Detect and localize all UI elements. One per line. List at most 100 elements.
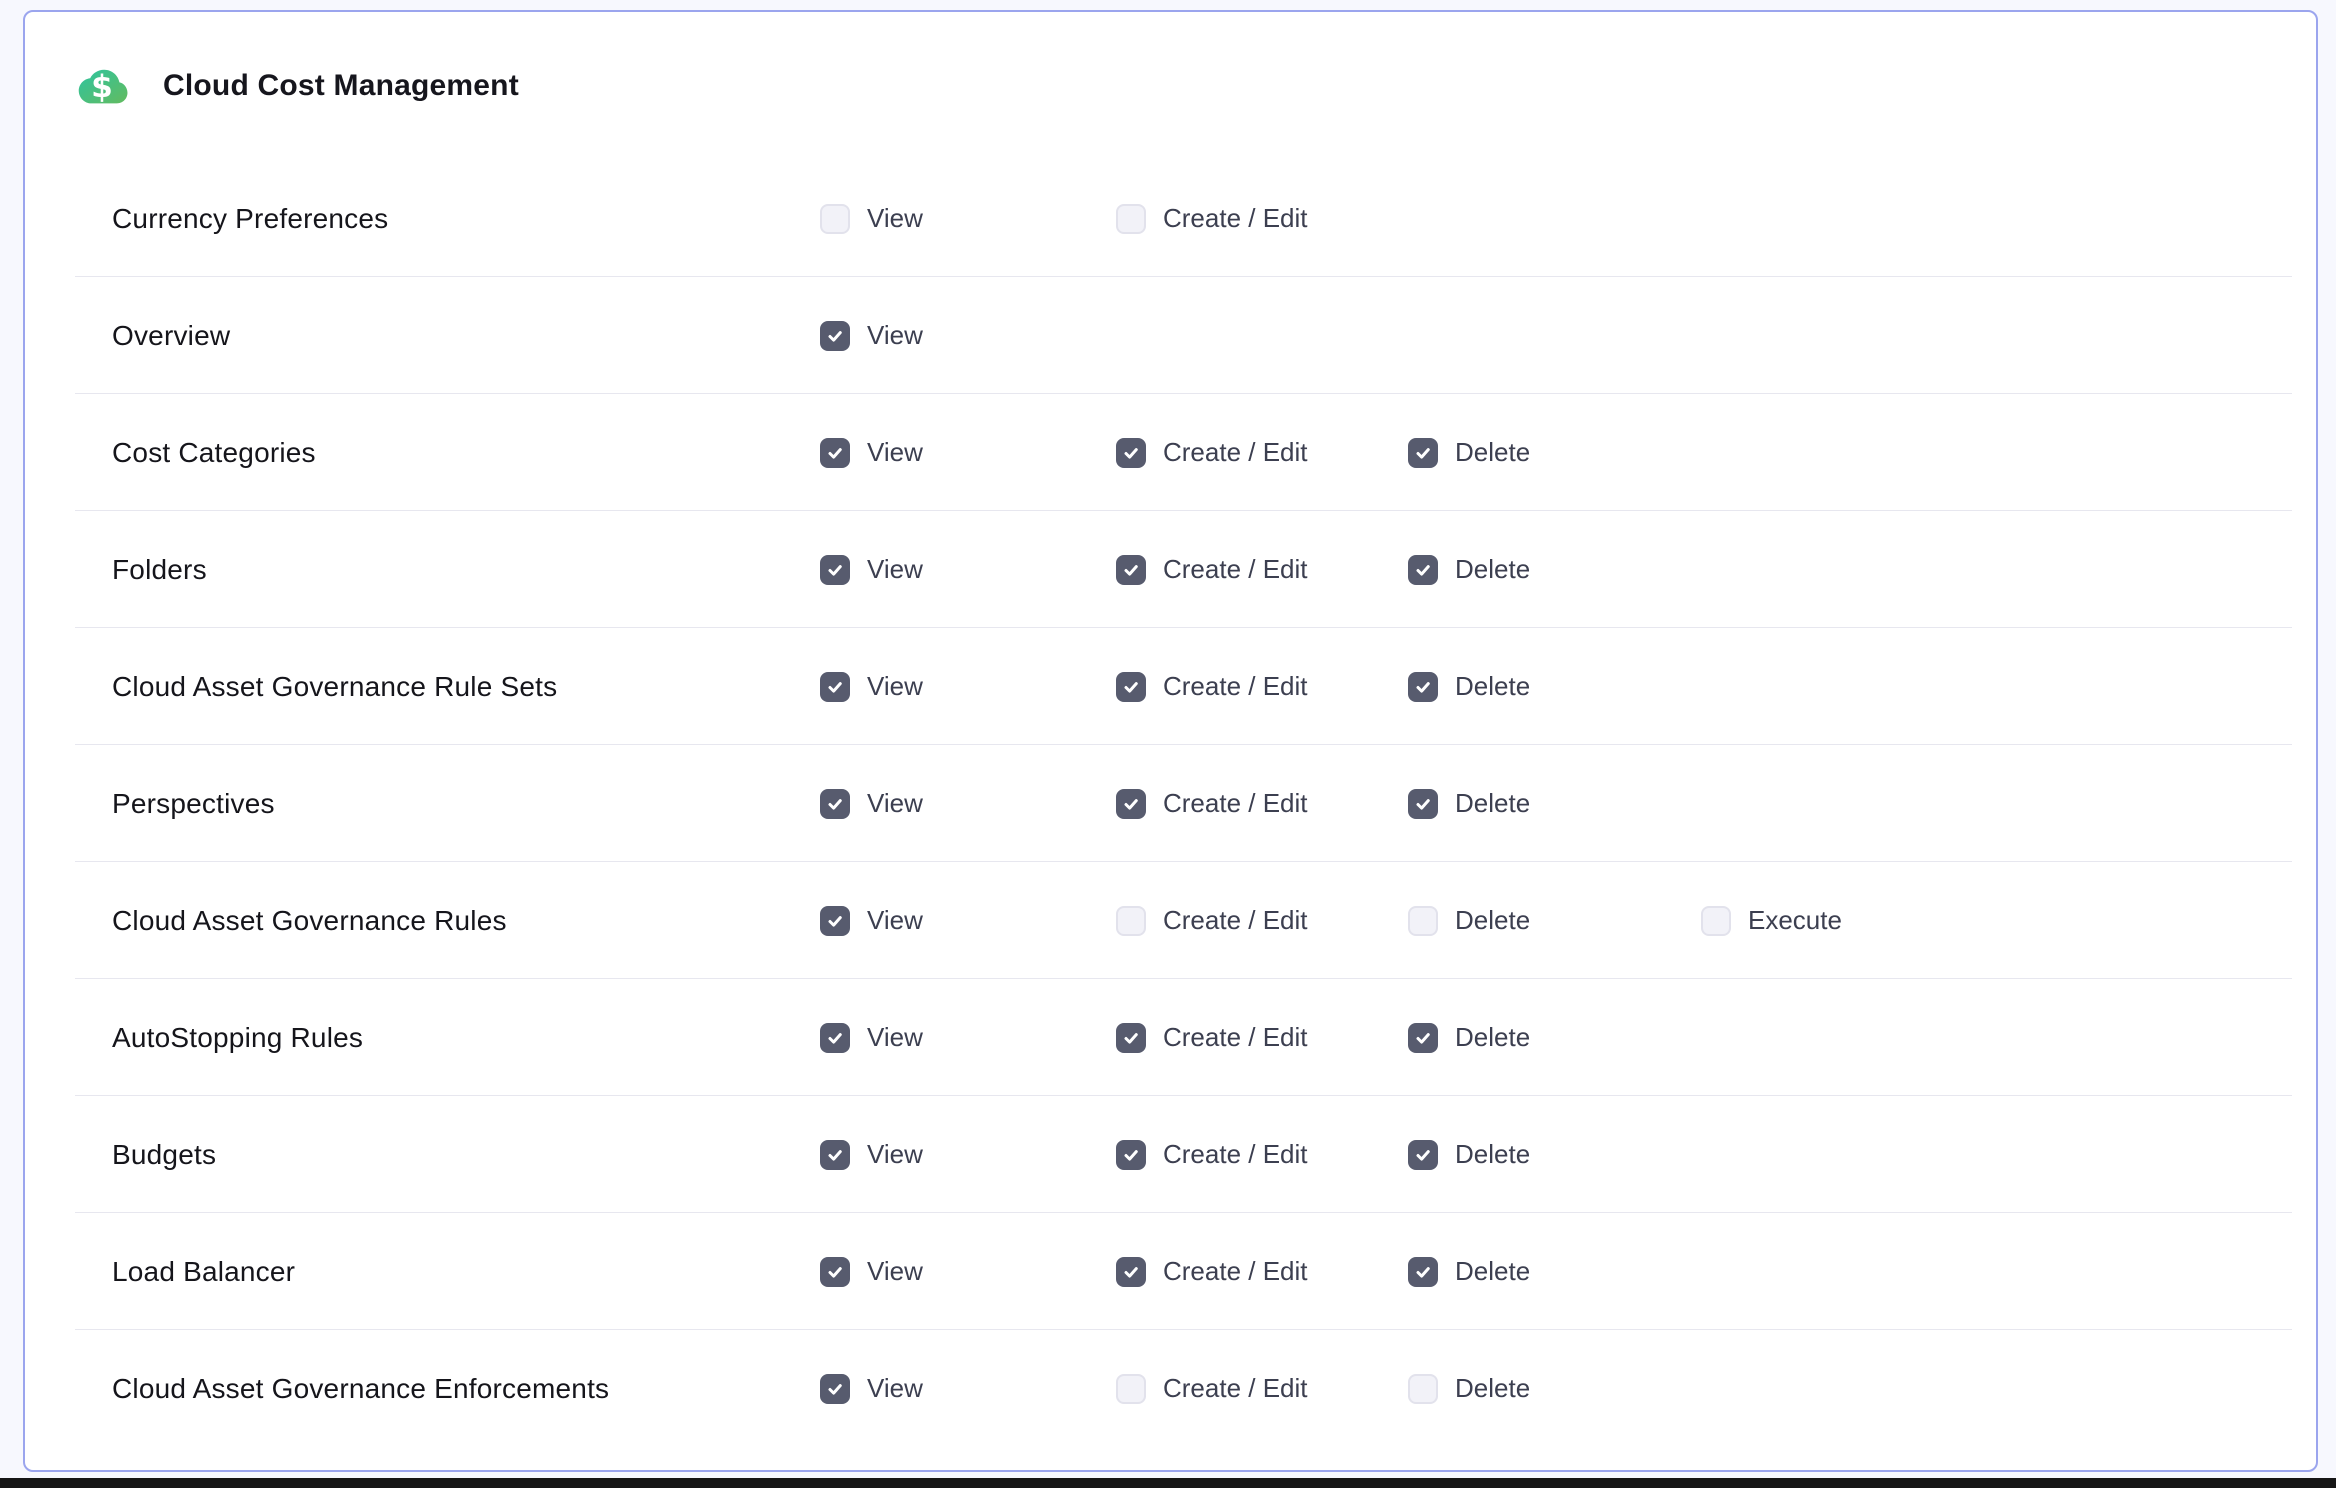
permission-delete[interactable]: Delete <box>1408 437 1701 468</box>
checkbox-create-edit[interactable] <box>1116 1023 1146 1053</box>
permission-delete[interactable]: Delete <box>1408 1139 1701 1170</box>
permission-create-edit[interactable]: Create / Edit <box>1116 905 1408 936</box>
permission-create-edit[interactable]: Create / Edit <box>1116 437 1408 468</box>
permission-delete[interactable]: Delete <box>1408 554 1701 585</box>
checkbox-view[interactable] <box>820 1257 850 1287</box>
permission-label: Create / Edit <box>1163 554 1308 585</box>
permission-view[interactable]: View <box>820 671 1116 702</box>
permission-delete[interactable]: Delete <box>1408 905 1701 936</box>
permission-label: View <box>867 320 923 351</box>
permission-label: View <box>867 203 923 234</box>
checkbox-delete[interactable] <box>1408 555 1438 585</box>
permission-create-edit[interactable]: Create / Edit <box>1116 1022 1408 1053</box>
check-icon <box>1121 677 1141 697</box>
permission-view[interactable]: View <box>820 1139 1116 1170</box>
checkbox-view[interactable] <box>820 789 850 819</box>
checkbox-view[interactable] <box>820 321 850 351</box>
resource-label: Budgets <box>112 1139 820 1171</box>
permission-create-edit[interactable]: Create / Edit <box>1116 788 1408 819</box>
resource-label: AutoStopping Rules <box>112 1022 820 1054</box>
checkbox-delete[interactable] <box>1408 1140 1438 1170</box>
checkbox-create-edit[interactable] <box>1116 1140 1146 1170</box>
checkbox-view[interactable] <box>820 555 850 585</box>
check-icon <box>1413 1145 1433 1165</box>
permission-label: Create / Edit <box>1163 1256 1308 1287</box>
checkbox-view[interactable] <box>820 1140 850 1170</box>
checkbox-delete[interactable] <box>1408 1257 1438 1287</box>
permission-create-edit[interactable]: Create / Edit <box>1116 203 1408 234</box>
check-icon <box>825 560 845 580</box>
check-icon <box>1413 560 1433 580</box>
permission-view[interactable]: View <box>820 788 1116 819</box>
permission-label: View <box>867 1139 923 1170</box>
page-title: Cloud Cost Management <box>163 69 519 103</box>
checkbox-delete[interactable] <box>1408 906 1438 936</box>
check-icon <box>825 326 845 346</box>
check-icon <box>1413 1262 1433 1282</box>
permission-view[interactable]: View <box>820 554 1116 585</box>
permission-view[interactable]: View <box>820 437 1116 468</box>
permission-create-edit[interactable]: Create / Edit <box>1116 1256 1408 1287</box>
permission-delete[interactable]: Delete <box>1408 1022 1701 1053</box>
checkbox-create-edit[interactable] <box>1116 906 1146 936</box>
permission-label: View <box>867 554 923 585</box>
check-icon <box>1121 560 1141 580</box>
checkbox-delete[interactable] <box>1408 789 1438 819</box>
checkbox-delete[interactable] <box>1408 1023 1438 1053</box>
checkbox-view[interactable] <box>820 1374 850 1404</box>
permission-create-edit[interactable]: Create / Edit <box>1116 671 1408 702</box>
permission-label: Delete <box>1455 788 1530 819</box>
permission-label: Delete <box>1455 1022 1530 1053</box>
checkbox-view[interactable] <box>820 438 850 468</box>
permission-delete[interactable]: Delete <box>1408 1373 1701 1404</box>
permission-view[interactable]: View <box>820 320 1116 351</box>
checkbox-view[interactable] <box>820 204 850 234</box>
permission-label: Delete <box>1455 1139 1530 1170</box>
checkbox-create-edit[interactable] <box>1116 204 1146 234</box>
check-icon <box>825 1262 845 1282</box>
check-icon <box>825 1145 845 1165</box>
permission-create-edit[interactable]: Create / Edit <box>1116 1373 1408 1404</box>
resource-label: Overview <box>112 320 820 352</box>
checkbox-create-edit[interactable] <box>1116 1374 1146 1404</box>
permission-create-edit[interactable]: Create / Edit <box>1116 554 1408 585</box>
permission-delete[interactable]: Delete <box>1408 1256 1701 1287</box>
permission-label: Delete <box>1455 905 1530 936</box>
checkbox-view[interactable] <box>820 1023 850 1053</box>
permission-execute[interactable]: Execute <box>1701 905 2316 936</box>
checkbox-create-edit[interactable] <box>1116 672 1146 702</box>
resource-label: Load Balancer <box>112 1256 820 1288</box>
permission-view[interactable]: View <box>820 1256 1116 1287</box>
checkbox-create-edit[interactable] <box>1116 438 1146 468</box>
permission-view[interactable]: View <box>820 905 1116 936</box>
checkbox-create-edit[interactable] <box>1116 555 1146 585</box>
permission-delete[interactable]: Delete <box>1408 788 1701 819</box>
permission-view[interactable]: View <box>820 1373 1116 1404</box>
checkbox-execute[interactable] <box>1701 906 1731 936</box>
permission-create-edit[interactable]: Create / Edit <box>1116 1139 1408 1170</box>
check-icon <box>1121 794 1141 814</box>
checkbox-view[interactable] <box>820 906 850 936</box>
permission-label: Delete <box>1455 554 1530 585</box>
permission-label: View <box>867 1256 923 1287</box>
checkbox-create-edit[interactable] <box>1116 1257 1146 1287</box>
check-icon <box>1121 1028 1141 1048</box>
resource-label: Currency Preferences <box>112 203 820 235</box>
permission-delete[interactable]: Delete <box>1408 671 1701 702</box>
permission-view[interactable]: View <box>820 203 1116 234</box>
checkbox-delete[interactable] <box>1408 438 1438 468</box>
check-icon <box>1413 677 1433 697</box>
checkbox-create-edit[interactable] <box>1116 789 1146 819</box>
checkbox-delete[interactable] <box>1408 1374 1438 1404</box>
checkbox-view[interactable] <box>820 672 850 702</box>
resource-label: Cost Categories <box>112 437 820 469</box>
permission-label: Create / Edit <box>1163 905 1308 936</box>
svg-text:$: $ <box>91 69 113 105</box>
checkbox-delete[interactable] <box>1408 672 1438 702</box>
permissions-table: Currency Preferences View Create / Edit … <box>25 160 2316 1447</box>
permission-view[interactable]: View <box>820 1022 1116 1053</box>
permission-label: Create / Edit <box>1163 788 1308 819</box>
table-row: Overview View <box>25 277 2316 394</box>
table-row: AutoStopping Rules View Create / Edit De… <box>25 979 2316 1096</box>
table-row: Cloud Asset Governance Enforcements View… <box>25 1330 2316 1447</box>
